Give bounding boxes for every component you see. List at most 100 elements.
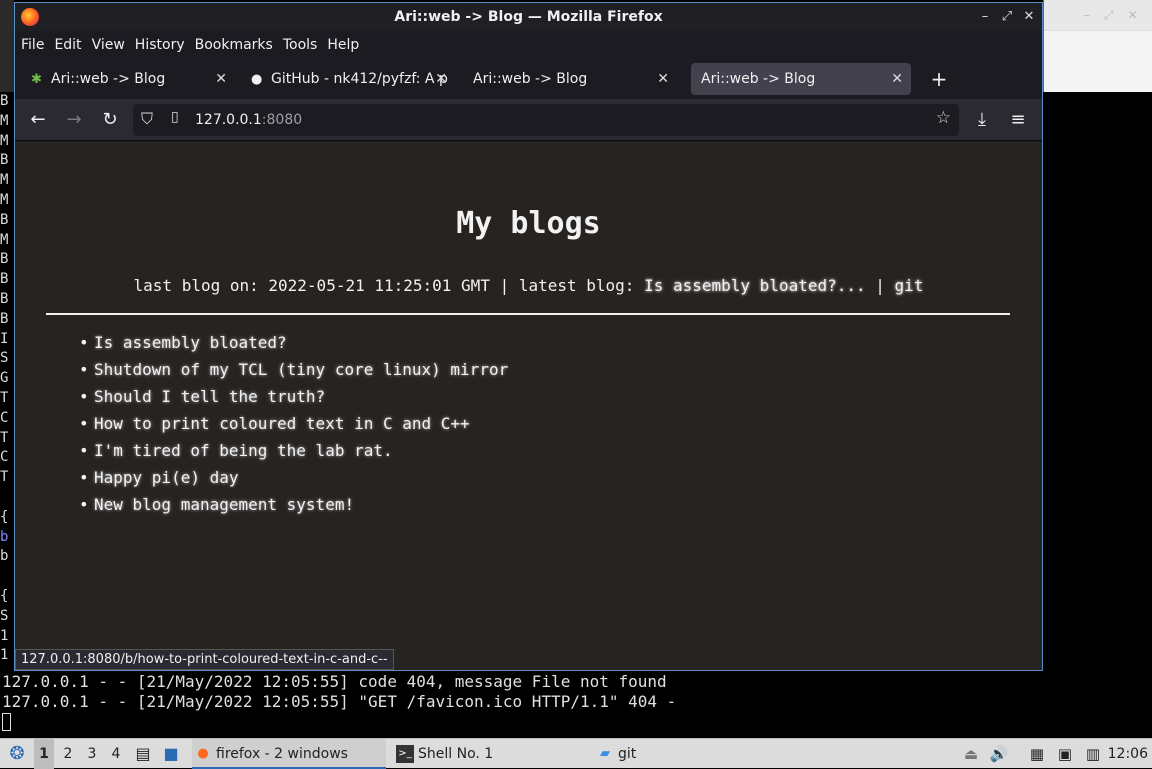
close-button[interactable]: ✕ [1022,3,1036,31]
url-bar[interactable]: ⛉ ▯ 127.0.0.1:8080 ☆ [133,104,959,136]
task-git[interactable]: ▰ git [594,739,754,769]
workspace-3[interactable]: 3 [82,739,102,769]
latest-blog-link[interactable]: Is assembly bloated?... [644,276,866,295]
terminal-char: b [0,528,9,545]
network-icon[interactable]: ▣ [1054,739,1076,769]
clock[interactable]: 12:06 [1108,739,1148,769]
back-arrow-icon[interactable]: ← [25,107,51,133]
download-icon[interactable]: ⤓ [969,107,995,133]
workspace-1[interactable]: 1 [34,739,54,769]
terminal-char: I [0,330,9,347]
file-manager-launcher-icon[interactable]: ▤ [132,739,154,769]
background-window-body [1044,30,1152,92]
blog-post-link[interactable]: Happy pi(e) day [94,468,239,487]
task-label: Shell No. 1 [418,746,494,762]
page-content: My blogs last blog on: 2022-05-21 11:25:… [15,142,1042,670]
list-item: • Is assembly bloated? [79,329,508,356]
blog-post-link[interactable]: I'm tired of being the lab rat. [94,441,393,460]
window-titlebar[interactable]: Ari::web -> Blog — Mozilla Firefox – ⤢ ✕ [15,3,1042,31]
link-status-tooltip: 127.0.0.1:8080/b/how-to-print-coloured-t… [15,649,394,670]
page-icon[interactable]: ▯ [171,109,179,125]
menu-edit[interactable]: Edit [54,37,81,53]
terminal-titlebar-fragment [0,0,14,92]
blog-post-link[interactable]: Should I tell the truth? [94,387,325,406]
tab-strip: ✱ Ari::web -> Blog ✕ ● GitHub - nk412/pyfz… [15,59,1042,99]
terminal-char: B [0,310,9,327]
volume-icon[interactable]: 🔊 [988,739,1010,769]
bullet: • [79,333,89,352]
bullet: • [79,468,89,487]
bullet: • [79,414,89,433]
background-window-controls: –⤢✕ [1044,0,1152,30]
blog-meta-line: last blog on: 2022-05-21 11:25:01 GMT | … [15,276,1042,295]
workspace-4[interactable]: 4 [106,739,126,769]
menu-bar: File Edit View History Bookmarks Tools H… [15,31,1042,59]
blog-post-link[interactable]: New blog management system! [94,495,354,514]
minimize-button[interactable]: – [978,3,992,31]
page-title: My blogs [456,206,601,241]
meta-prefix: last blog on: 2022-05-21 11:25:01 GMT | … [133,276,645,295]
github-icon: ● [251,72,263,87]
tab-blog-2[interactable]: Ari::web -> Blog ✕ [463,63,677,95]
blog-post-link[interactable]: Shutdown of my TCL (tiny core linux) mir… [94,360,508,379]
terminal-char: C [0,449,9,466]
terminal-char: b [0,548,9,565]
eject-icon[interactable]: ⏏ [960,739,982,769]
blog-post-link[interactable]: Is assembly bloated? [94,333,287,352]
bullet: • [79,441,89,460]
terminal-char: C [0,409,9,426]
blog-list: • Is assembly bloated? • Shutdown of my TC… [79,329,508,518]
terminal-char [0,488,14,508]
terminal-char: { [0,508,9,525]
menu-history[interactable]: History [135,37,185,53]
tab-github[interactable]: ● GitHub - nk412/pyfzf: A p ✕ [241,63,455,95]
terminal-char: S [0,350,9,367]
battery-icon[interactable]: ▥ [1082,739,1104,769]
git-link[interactable]: git [895,276,924,295]
terminal-char: B [0,93,9,109]
tab-blog-active[interactable]: Ari::web -> Blog ✕ [691,63,911,95]
shield-icon[interactable]: ⛉ [141,109,153,129]
terminal-char [0,567,14,587]
url-text[interactable]: 127.0.0.1:8080 [195,104,302,136]
bookmark-star-icon[interactable]: ☆ [936,108,951,128]
menu-tools[interactable]: Tools [283,37,318,53]
workspace-2[interactable]: 2 [58,739,78,769]
tab-close-icon[interactable]: ✕ [657,63,669,95]
list-item: • New blog management system! [79,491,508,518]
tab-close-icon[interactable]: ✕ [435,63,447,95]
list-item: • Happy pi(e) day [79,464,508,491]
forward-arrow-icon[interactable]: → [61,107,87,133]
menu-bookmarks[interactable]: Bookmarks [195,37,273,53]
blog-post-link[interactable]: How to print coloured text in C and C++ [94,414,470,433]
tab-close-icon[interactable]: ✕ [891,63,903,95]
tab-close-icon[interactable]: ✕ [215,63,227,95]
terminal-char: M [0,112,9,129]
terminal-icon: >_ [396,745,414,763]
menu-file[interactable]: File [21,37,44,53]
clipboard-icon[interactable]: ▦ [1026,739,1048,769]
show-desktop-icon[interactable]: ■ [160,739,182,769]
tab-blog-1[interactable]: ✱ Ari::web -> Blog ✕ [21,63,235,95]
menu-help[interactable]: Help [327,37,359,53]
list-item: • Should I tell the truth? [79,383,508,410]
start-menu-icon[interactable]: ❂ [6,739,28,769]
folder-icon: ▰ [600,746,610,761]
reload-icon[interactable]: ↻ [97,107,123,133]
divider [46,313,1010,315]
terminal-log-line: 127.0.0.1 - - [21/May/2022 12:05:55] "GE… [2,692,677,711]
task-shell[interactable]: >_ Shell No. 1 [394,739,584,769]
bullet: • [79,495,89,514]
new-tab-button[interactable]: + [925,63,953,95]
firefox-logo-icon [21,8,39,26]
hamburger-menu-icon[interactable]: ≡ [1005,107,1031,133]
maximize-button[interactable]: ⤢ [1000,3,1014,31]
terminal-char: 1 [0,647,9,664]
terminal-char: M [0,172,9,189]
task-firefox[interactable]: ● firefox - 2 windows [192,739,386,769]
firefox-window: Ari::web -> Blog — Mozilla Firefox – ⤢ ✕… [14,2,1043,671]
terminal-left-column: B M M B M M B M B B B B I S G T C T C T{b b{S 1 1 [0,92,14,666]
terminal-char: G [0,370,9,387]
terminal-char: B [0,290,9,307]
menu-view[interactable]: View [92,37,125,53]
